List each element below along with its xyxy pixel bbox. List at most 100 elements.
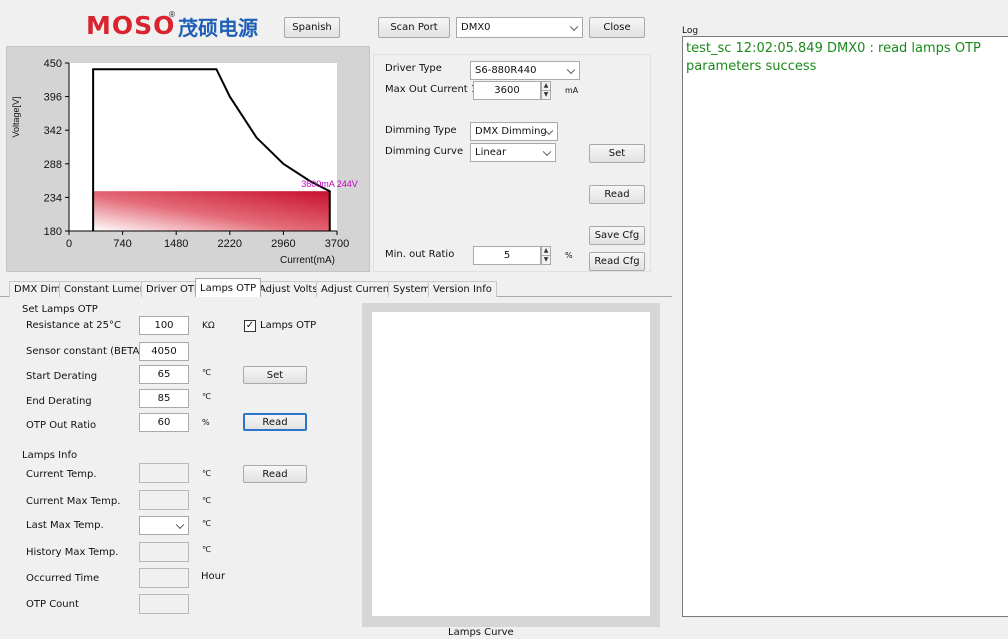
- last-max-temp-select[interactable]: [139, 516, 189, 535]
- x-tick-label: 0: [66, 238, 72, 250]
- otp-out-ratio-input[interactable]: 60: [139, 413, 189, 432]
- min-out-ratio-label: Min. out Ratio: [385, 249, 455, 260]
- y-tick-label: 288: [44, 159, 62, 171]
- x-tick-label: 3700: [325, 238, 349, 250]
- language-button[interactable]: Spanish: [284, 17, 340, 38]
- driver-read-button[interactable]: Read: [589, 185, 645, 204]
- otp-out-ratio-label: OTP Out Ratio: [26, 420, 97, 431]
- set-lamps-otp-title: Set Lamps OTP: [22, 304, 98, 315]
- y-tick-label: 180: [44, 226, 62, 238]
- beta-label: Sensor constant (BETA): [26, 346, 144, 357]
- dimming-curve-label: Dimming Curve: [385, 146, 464, 157]
- chevron-down-icon: [542, 147, 552, 156]
- current-temp-label: Current Temp.: [26, 469, 97, 480]
- brand-logo: MOSO: [86, 11, 176, 40]
- point-annotation: 3600mA 244V: [301, 179, 358, 189]
- min-out-ratio-stepper[interactable]: ▲ ▼: [541, 246, 551, 265]
- y-tick-label: 234: [44, 192, 62, 204]
- current-max-temp-field: [139, 490, 189, 510]
- last-max-temp-label: Last Max Temp.: [26, 520, 104, 531]
- history-max-temp-field: [139, 542, 189, 562]
- dimming-type-label: Dimming Type: [385, 125, 457, 136]
- current-temp-unit: ℃: [202, 469, 211, 478]
- start-derating-label: Start Derating: [26, 371, 98, 382]
- dimming-curve-value: Linear: [475, 147, 507, 158]
- x-axis-label: Current(mA): [280, 255, 335, 266]
- y-tick-label: 396: [44, 92, 62, 104]
- lamps-otp-read-button[interactable]: Read: [243, 413, 307, 431]
- lamps-curve-caption: Lamps Curve: [448, 627, 514, 638]
- occurred-time-field: [139, 568, 189, 588]
- chevron-down-icon: [569, 22, 579, 31]
- resistance-unit: KΩ: [202, 321, 215, 331]
- y-axis-label: Voltage[V]: [11, 96, 21, 137]
- history-max-temp-label: History Max Temp.: [26, 547, 119, 558]
- lamps-info-read-button[interactable]: Read: [243, 465, 307, 483]
- x-tick-label: 740: [113, 238, 131, 250]
- last-max-temp-unit: ℃: [202, 519, 211, 528]
- lamps-otp-checkbox[interactable]: ✓: [244, 320, 256, 332]
- y-tick-label: 342: [44, 125, 62, 137]
- dimming-type-select[interactable]: DMX Dimming: [470, 122, 558, 141]
- otp-out-ratio-unit: %: [202, 418, 210, 427]
- driver-set-button[interactable]: Set: [589, 144, 645, 163]
- occurred-time-label: Occurred Time: [26, 573, 100, 584]
- otp-count-label: OTP Count: [26, 599, 79, 610]
- lamps-curve-canvas: [372, 312, 650, 616]
- lamps-otp-checkbox-label: Lamps OTP: [260, 320, 317, 331]
- chevron-down-icon: [566, 65, 576, 74]
- resistance-label: Resistance at 25°C: [26, 320, 121, 331]
- brand-chinese: 茂硕电源: [178, 16, 258, 40]
- current-temp-field: [139, 463, 189, 483]
- operating-band: [93, 191, 330, 231]
- end-derating-label: End Derating: [26, 396, 92, 407]
- driver-type-label: Driver Type: [385, 63, 442, 74]
- history-max-temp-unit: ℃: [202, 545, 211, 554]
- max-out-current-input[interactable]: 3600: [473, 81, 541, 100]
- driver-type-select[interactable]: S6-880R440: [470, 61, 580, 80]
- dimming-curve-select[interactable]: Linear: [470, 143, 556, 162]
- start-derating-input[interactable]: 65: [139, 365, 189, 384]
- chevron-down-icon: [175, 520, 185, 529]
- min-out-ratio-unit: %: [565, 251, 573, 260]
- voltage-current-chart: 180 234 288 342 396 450 0 740 1480 2220 2960 3700 Vo…: [11, 58, 358, 266]
- log-box[interactable]: [682, 36, 1008, 617]
- resistance-input[interactable]: 100: [139, 316, 189, 335]
- otp-count-field: [139, 594, 189, 614]
- port-select-value: DMX0: [461, 22, 491, 33]
- log-text: test_sc 12:02:05.849 DMX0 : read lamps O…: [686, 41, 981, 74]
- max-out-current-stepper[interactable]: ▲ ▼: [541, 81, 551, 100]
- end-derating-input[interactable]: 85: [139, 389, 189, 408]
- max-out-current-unit: mA: [565, 86, 579, 95]
- dimming-type-value: DMX Dimming: [475, 126, 547, 137]
- current-max-temp-label: Current Max Temp.: [26, 496, 121, 507]
- x-tick-label: 1480: [164, 238, 188, 250]
- y-tick-label: 450: [44, 58, 62, 70]
- max-out-current-label: Max Out Current 1: [385, 84, 478, 95]
- current-max-temp-unit: ℃: [202, 496, 211, 505]
- x-tick-label: 2220: [218, 238, 242, 250]
- x-tick-label: 2960: [271, 238, 295, 250]
- min-out-ratio-input[interactable]: 5: [473, 246, 541, 265]
- save-cfg-button[interactable]: Save Cfg: [589, 226, 645, 245]
- log-title: Log: [682, 26, 699, 36]
- read-cfg-button[interactable]: Read Cfg: [589, 252, 645, 271]
- tab-dmx-dim[interactable]: DMX Dim: [9, 281, 66, 297]
- tab-lamps-otp[interactable]: Lamps OTP: [195, 278, 262, 297]
- chart-panel: 180 234 288 342 396 450 0 740 1480 2220 2960 3700 Vo…: [6, 46, 370, 272]
- tab-adjust-current[interactable]: Adjust Current: [316, 281, 398, 297]
- driver-type-value: S6-880R440: [475, 65, 537, 76]
- close-button[interactable]: Close: [589, 17, 645, 38]
- start-derating-unit: ℃: [202, 368, 211, 377]
- lamps-otp-set-button[interactable]: Set: [243, 366, 307, 384]
- port-select[interactable]: DMX0: [456, 17, 583, 38]
- end-derating-unit: ℃: [202, 392, 211, 401]
- registered-mark: ®: [168, 10, 176, 19]
- tab-constant-lumen[interactable]: Constant Lumen: [59, 281, 152, 297]
- occurred-time-unit: Hour: [201, 571, 226, 582]
- tab-version-info[interactable]: Version Info: [428, 281, 497, 297]
- beta-input[interactable]: 4050: [139, 342, 189, 361]
- tab-adjust-volts[interactable]: Adjust Volts: [254, 281, 323, 297]
- lamps-info-title: Lamps Info: [22, 450, 78, 461]
- scan-port-button[interactable]: Scan Port: [378, 17, 450, 38]
